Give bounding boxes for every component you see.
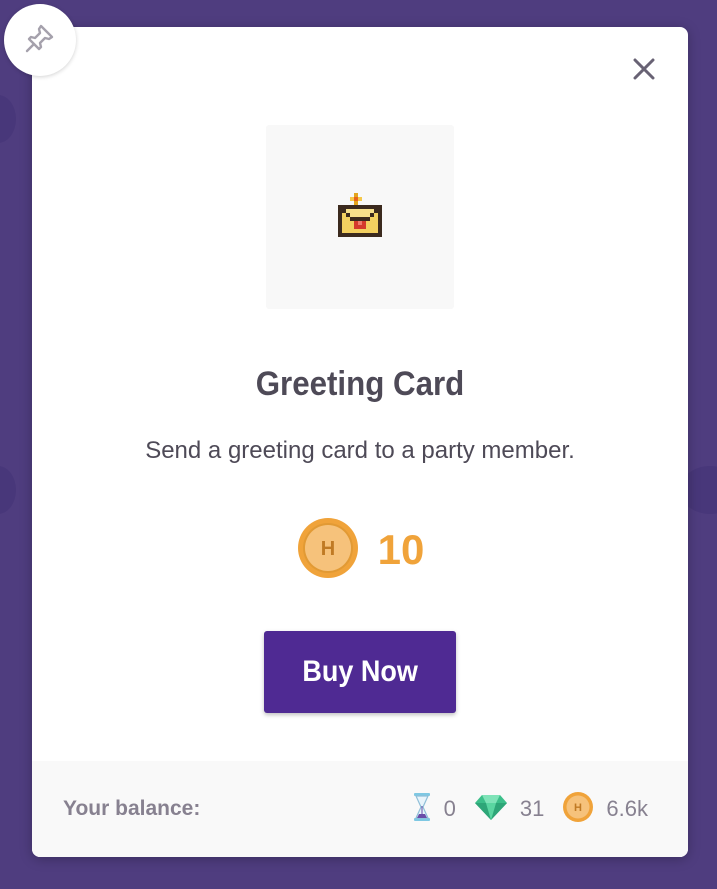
item-price: 10 (377, 526, 425, 573)
gold-coin-icon: H (562, 791, 594, 828)
balance-footer: Your balance: 0 31 H 6.6k (32, 761, 688, 857)
gem-count: 31 (519, 796, 545, 821)
background-circle (0, 466, 16, 514)
buy-now-label: Buy Now (302, 655, 418, 688)
hourglass-count: 0 (443, 796, 456, 821)
balance-label: Your balance: (63, 797, 201, 820)
hourglass-icon (412, 792, 432, 827)
pin-icon (23, 21, 57, 60)
close-button[interactable] (630, 57, 658, 85)
balance-hourglasses: 0 (412, 792, 456, 827)
gem-icon (474, 793, 508, 826)
gold-count: 6.6k (606, 796, 648, 821)
price-row: H 10 (32, 516, 688, 585)
greeting-card-icon (338, 192, 382, 242)
pin-button[interactable] (4, 4, 76, 76)
item-image-frame (266, 125, 454, 309)
balance-gems: 31 (474, 793, 544, 826)
item-description: Send a greeting card to a party member. (145, 437, 575, 464)
item-purchase-modal: Greeting Card Send a greeting card to a … (32, 27, 688, 857)
balance-items: 0 31 H 6.6k (412, 791, 648, 828)
item-title: Greeting Card (255, 365, 465, 403)
svg-text:H: H (574, 802, 582, 814)
balance-gold: H 6.6k (562, 791, 648, 828)
svg-text:H: H (320, 538, 334, 560)
close-icon (632, 57, 656, 86)
buy-now-button[interactable]: Buy Now (264, 631, 456, 713)
background-circle (0, 95, 16, 143)
gold-coin-icon: H (296, 516, 360, 585)
